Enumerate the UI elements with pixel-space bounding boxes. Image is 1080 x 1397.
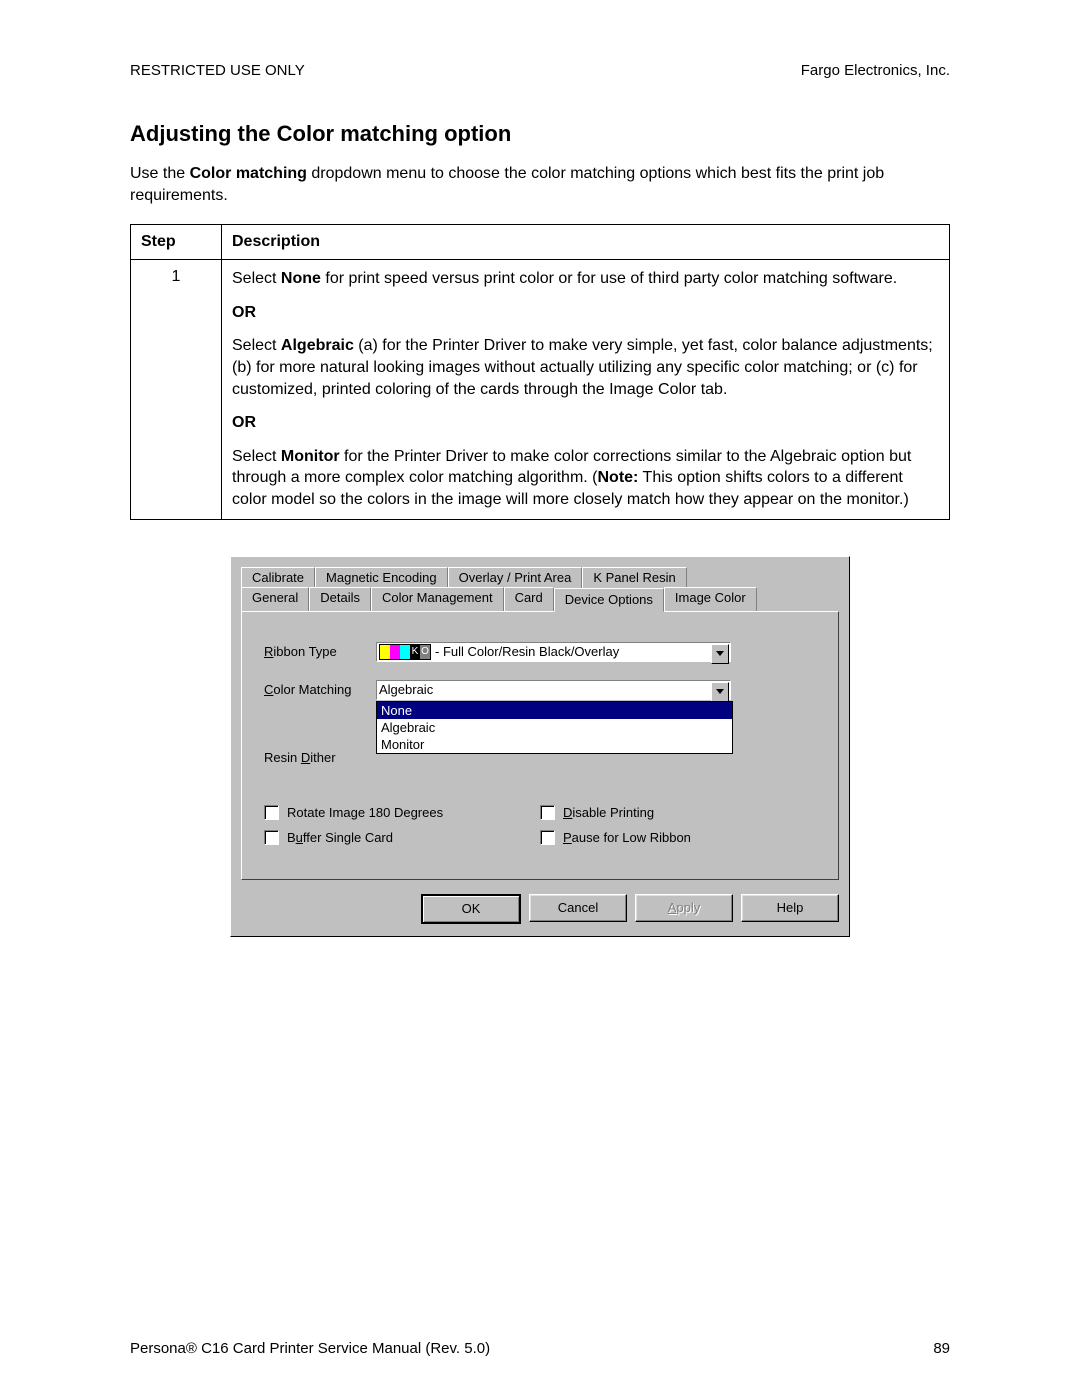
color-matching-label: Color Matching [264,680,376,697]
cancel-button[interactable]: Cancel [529,894,627,922]
tab-device-options[interactable]: Device Options [554,588,664,612]
header-left: RESTRICTED USE ONLY [130,62,305,79]
tabs-row-top: Calibrate Magnetic Encoding Overlay / Pr… [241,567,839,587]
section-title: Adjusting the Color matching option [130,121,950,147]
dialog-buttons: OK Cancel Apply Help [241,894,839,924]
buffer-single-card-checkbox[interactable]: Buffer Single Card [264,830,540,845]
checkbox-icon [264,805,279,820]
footer-right: 89 [933,1340,950,1357]
table-row: 1 Select None for print speed versus pri… [131,260,950,519]
color-matching-value: Algebraic [379,682,433,697]
tab-overlay-print-area[interactable]: Overlay / Print Area [448,567,583,588]
printer-properties-dialog: Calibrate Magnetic Encoding Overlay / Pr… [230,556,850,937]
checkbox-group: Rotate Image 180 Degrees Buffer Single C… [264,805,816,855]
color-matching-dropdown-list: None Algebraic Monitor [376,701,733,754]
color-matching-row: Color Matching Algebraic None Algebraic … [264,680,816,700]
apply-button[interactable]: Apply [635,894,733,922]
color-matching-option-algebraic[interactable]: Algebraic [377,719,732,736]
tab-details[interactable]: Details [309,587,371,611]
ribbon-type-value: - Full Color/Resin Black/Overlay [435,644,619,659]
tab-card[interactable]: Card [504,587,554,611]
checkbox-icon [540,805,555,820]
device-options-panel: Ribbon Type KO - Full Color/Resin Black/… [241,611,839,880]
checkbox-icon [264,830,279,845]
step-number: 1 [131,260,222,519]
disable-printing-checkbox[interactable]: Disable Printing [540,805,816,820]
ribbon-ymcko-icon: KO [379,644,431,660]
page-footer: Persona® C16 Card Printer Service Manual… [130,1340,950,1357]
header-right: Fargo Electronics, Inc. [801,62,950,79]
rotate-180-checkbox[interactable]: Rotate Image 180 Degrees [264,805,540,820]
tab-calibrate[interactable]: Calibrate [241,567,315,588]
color-matching-option-monitor[interactable]: Monitor [377,736,732,753]
step-description: Select None for print speed versus print… [222,260,950,519]
resin-dither-label: Resin Dither [264,748,376,765]
tab-image-color[interactable]: Image Color [664,587,757,611]
pause-low-ribbon-checkbox[interactable]: Pause for Low Ribbon [540,830,816,845]
page-header: RESTRICTED USE ONLY Fargo Electronics, I… [130,62,950,79]
ribbon-type-combo[interactable]: KO - Full Color/Resin Black/Overlay [376,642,731,662]
tabs-row-bottom: General Details Color Management Card De… [241,587,839,611]
steps-table: Step Description 1 Select None for print… [130,224,950,519]
color-matching-dropdown-button[interactable] [711,682,729,702]
help-button[interactable]: Help [741,894,839,922]
ribbon-type-row: Ribbon Type KO - Full Color/Resin Black/… [264,642,816,662]
checkbox-icon [540,830,555,845]
intro-paragraph: Use the Color matching dropdown menu to … [130,163,950,206]
col-step: Step [131,225,222,260]
ribbon-type-dropdown-button[interactable] [711,644,729,664]
color-matching-combo[interactable]: Algebraic [376,680,731,700]
tab-color-management[interactable]: Color Management [371,587,504,611]
chevron-down-icon [716,651,724,656]
ok-button[interactable]: OK [421,894,521,924]
tab-general[interactable]: General [241,587,309,611]
chevron-down-icon [716,689,724,694]
col-desc: Description [222,225,950,260]
color-matching-option-none[interactable]: None [377,702,732,719]
ribbon-type-label: Ribbon Type [264,642,376,659]
tab-magnetic-encoding[interactable]: Magnetic Encoding [315,567,448,588]
tab-k-panel-resin[interactable]: K Panel Resin [582,567,686,588]
footer-left: Persona® C16 Card Printer Service Manual… [130,1340,490,1357]
